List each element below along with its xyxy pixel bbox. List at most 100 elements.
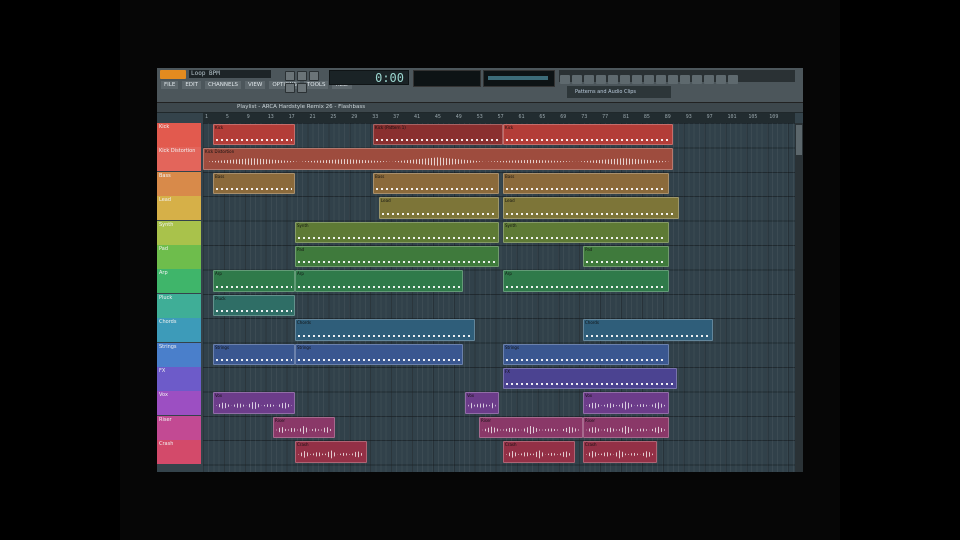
playlist-clip[interactable]: Strings (503, 343, 669, 365)
playlist-clip[interactable]: Crash (295, 441, 367, 463)
clip-label: Vox (215, 393, 223, 399)
playlist-clip[interactable]: Arp (213, 270, 295, 292)
clip-label: Pad (297, 247, 305, 252)
playlist-clip[interactable]: Chords (583, 319, 713, 341)
ruler-bar-number: 69 (560, 114, 567, 120)
save-icon[interactable] (692, 75, 702, 84)
online-icon[interactable] (680, 75, 690, 84)
clip-label: Arp (215, 271, 222, 277)
settings-icon[interactable] (728, 75, 738, 84)
track-header[interactable]: Kick (157, 123, 201, 147)
main-menu: FILEEDITCHANNELSVIEWOPTIONSTOOLSHELP (161, 81, 353, 89)
playlist-clip[interactable]: Bass (373, 172, 499, 195)
menu-item-channels[interactable]: CHANNELS (205, 81, 242, 89)
piano-roll-icon[interactable] (572, 75, 582, 84)
playlist-clip[interactable]: Lead (379, 197, 499, 219)
clip-notes (216, 139, 292, 142)
clip-notes (216, 310, 292, 313)
track-header[interactable]: Synth (157, 220, 201, 245)
playlist-clip[interactable]: Riser (273, 416, 335, 439)
undo-icon[interactable] (704, 75, 714, 84)
track-header[interactable]: Crash (157, 440, 201, 465)
playlist-clip[interactable]: Kick (213, 124, 295, 146)
clip-notes (382, 212, 496, 215)
menu-item-tools[interactable]: TOOLS (303, 81, 329, 89)
playlist-clip[interactable]: Arp (295, 270, 463, 292)
clip-label: FX (505, 369, 511, 374)
playlist-clip[interactable]: Arp (503, 270, 669, 292)
playlist-clip[interactable]: Vox (213, 392, 295, 414)
clip-label: Kick Distortion (205, 149, 235, 155)
midi-icon[interactable] (668, 75, 678, 84)
clip-waveform (216, 401, 292, 410)
menu-item-view[interactable]: VIEW (245, 81, 266, 89)
playlist-clip[interactable]: Riser (583, 416, 669, 439)
playlist-clip[interactable]: Strings (213, 343, 295, 365)
record-button[interactable] (309, 71, 319, 81)
cpu-icon[interactable] (644, 75, 654, 84)
playlist-clip[interactable]: FX (503, 368, 677, 390)
browser-label[interactable]: Patterns and Audio Clips (567, 86, 671, 98)
memory-icon[interactable] (656, 75, 666, 84)
tempo-panel[interactable] (483, 70, 555, 87)
menu-item-edit[interactable]: EDIT (182, 81, 202, 89)
track-header[interactable]: Riser (157, 415, 201, 440)
clip-label: Strings (505, 344, 520, 350)
track-header[interactable]: Vox (157, 391, 201, 416)
playlist-clip[interactable]: Kick (503, 124, 673, 146)
clip-label: Riser (275, 417, 286, 423)
step-sequencer-icon[interactable] (584, 75, 594, 84)
playlist-clip[interactable]: Kick Distortion (203, 148, 673, 170)
clip-label: Chords (297, 320, 311, 326)
playlist-clip[interactable]: Lead (503, 197, 679, 219)
help-icon[interactable] (632, 75, 642, 84)
vertical-scrollbar[interactable] (795, 123, 803, 472)
playlist-clip[interactable]: Chords (295, 319, 475, 341)
track-header[interactable]: Strings (157, 342, 201, 367)
track-header[interactable]: Bass (157, 171, 201, 196)
scrollbar-thumb[interactable] (796, 125, 802, 155)
play-button[interactable] (285, 71, 295, 81)
playlist-clip[interactable]: Pluck (213, 294, 295, 317)
clip-label: Synth (297, 222, 309, 228)
track-header[interactable]: Pad (157, 245, 201, 269)
track-header[interactable]: Pluck (157, 293, 201, 318)
ruler-bar-number: 33 (372, 114, 379, 120)
browser-icon[interactable] (608, 75, 618, 84)
playlist-clip[interactable]: Pad (295, 246, 499, 268)
menu-item-file[interactable]: FILE (161, 81, 179, 89)
video-frame: Loop BPM FILEEDITCHANNELSVIEWOPTIONSTOOL… (120, 0, 840, 540)
mixer-icon[interactable] (596, 75, 606, 84)
ruler-bar-number: 45 (434, 114, 441, 120)
ruler-bar-number: 97 (706, 114, 713, 120)
stop-button[interactable] (297, 71, 307, 81)
clip-label: Synth (505, 222, 517, 228)
playlist-grid[interactable]: Kick Kick (Pattern 1) Kick Kick Distortion B… (203, 123, 795, 472)
clip-label: Pad (585, 247, 593, 252)
playlist-clip[interactable]: Vox (583, 392, 669, 414)
playlist-clip[interactable]: Pad (583, 246, 669, 268)
playlist-clip[interactable]: Strings (295, 343, 463, 365)
track-header[interactable]: Lead (157, 196, 201, 221)
clip-waveform (276, 425, 332, 435)
playlist-clip[interactable]: Bass (213, 172, 295, 195)
ruler-bar-number: 93 (685, 114, 692, 120)
playlist-clip[interactable]: Crash (503, 441, 575, 463)
track-header[interactable]: FX (157, 367, 201, 391)
playlist-icon[interactable] (560, 75, 570, 84)
playlist-clip[interactable]: Bass (503, 172, 669, 195)
track-header[interactable]: Arp (157, 269, 201, 294)
plugin-icon[interactable] (620, 75, 630, 84)
song-mode-button[interactable] (297, 83, 307, 93)
playlist-clip[interactable]: Synth (295, 221, 499, 243)
redo-icon[interactable] (716, 75, 726, 84)
pattern-mode-button[interactable] (285, 83, 295, 93)
track-header[interactable]: Chords (157, 318, 201, 343)
playlist-clip[interactable]: Riser (479, 416, 583, 439)
playlist-clip[interactable]: Kick (Pattern 1) (373, 124, 503, 146)
track-header[interactable]: Kick Distortion (157, 147, 201, 172)
playlist-clip[interactable]: Synth (503, 221, 669, 243)
playlist-clip[interactable]: Vox (465, 392, 499, 414)
playlist-clip[interactable]: Crash (583, 441, 657, 463)
clip-label: Strings (215, 344, 230, 350)
